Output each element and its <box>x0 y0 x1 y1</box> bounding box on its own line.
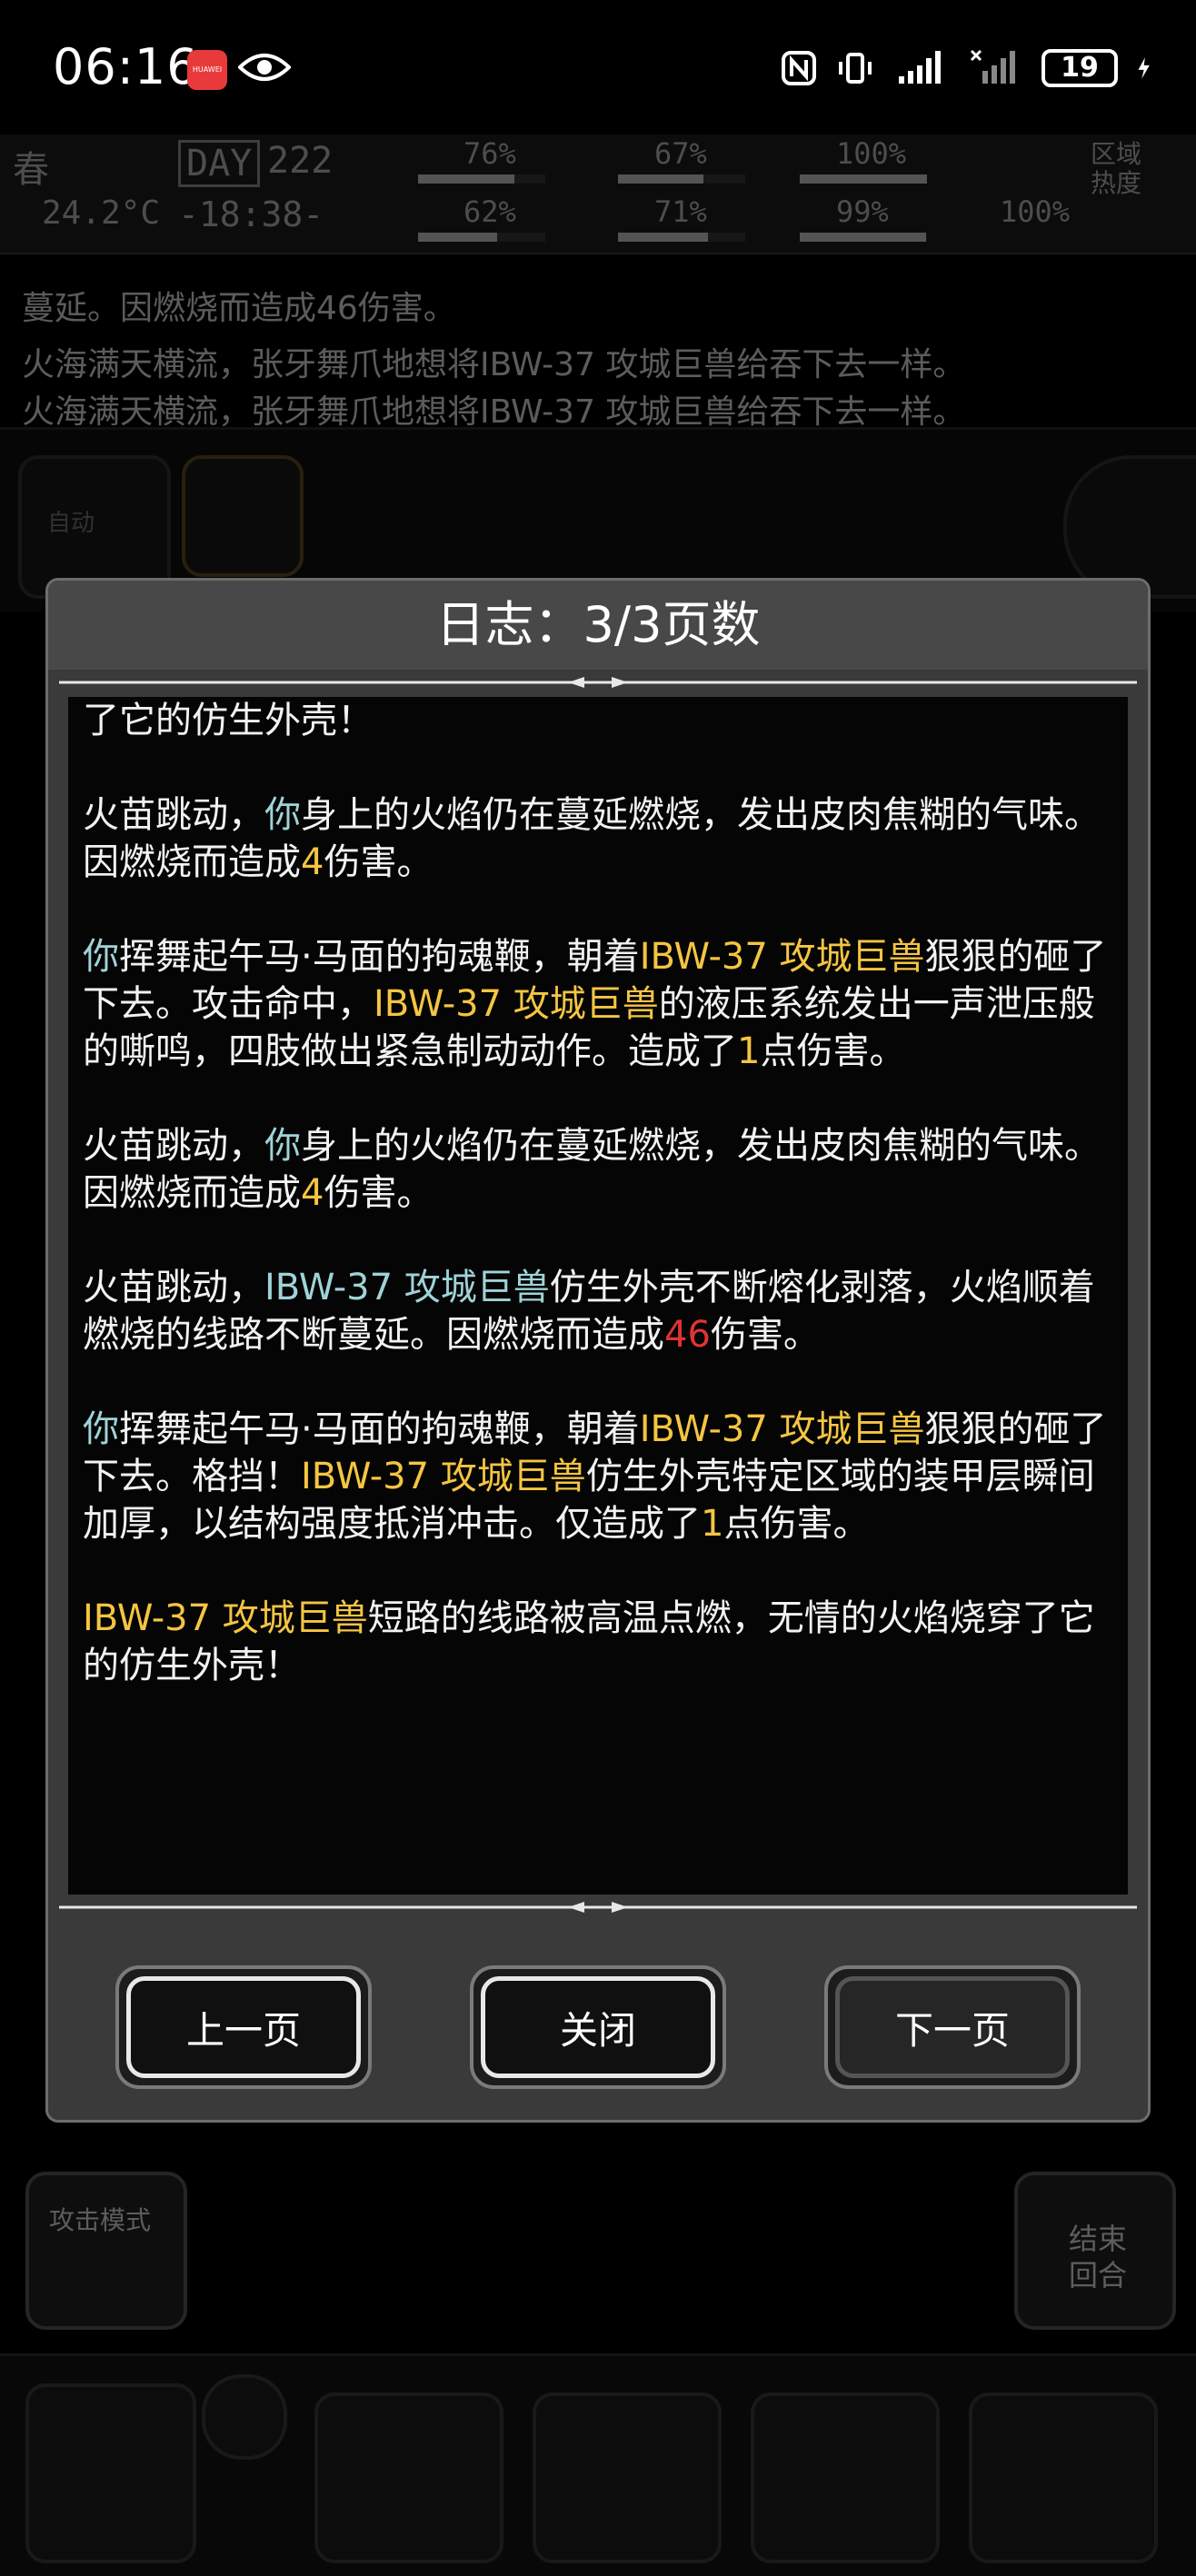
log-text-segment: 1 <box>701 1503 724 1545</box>
status-time: 06:16 <box>53 38 199 95</box>
signal-icon <box>899 51 941 84</box>
log-text-segment: IBW-37 攻城巨兽 <box>83 1597 368 1639</box>
log-entry: 火苗跳动，IBW-37 攻城巨兽仿生外壳不断熔化剥落，火焰顺着燃烧的线路不断蔓延… <box>83 1264 1113 1358</box>
log-text-segment: 火苗跳动， <box>83 1267 264 1308</box>
background-log-line: 蔓延。因燃烧而造成46伤害。 <box>22 290 456 327</box>
stat-value: 99% <box>836 194 889 229</box>
skill-slot <box>202 2374 287 2460</box>
log-text-segment: IBW-37 攻城巨兽 <box>264 1267 550 1308</box>
stat-bar <box>418 233 545 242</box>
bottom-nav-background <box>0 2353 1196 2576</box>
next-page-button[interactable]: 下一页 <box>824 1965 1081 2089</box>
log-dialog: 日志：3/3页数 了它的仿生外壳！ 火苗跳动，你身上的火焰仍在蔓延燃烧，发出皮肉焦… <box>45 578 1151 2123</box>
log-text-segment: 你 <box>83 936 119 978</box>
background-log-line: 火海满天横流，张牙舞爪地想将IBW-37 攻城巨兽给吞下去一样。 <box>22 346 966 383</box>
attack-mode-button: 攻击模式 <box>25 2172 187 2330</box>
app-notification-icon: HUAWEI <box>187 50 227 90</box>
log-text-segment: IBW-37 攻城巨兽 <box>301 1456 586 1497</box>
close-label: 关闭 <box>481 1976 715 2078</box>
game-hud: 春 DAY 222 24.2°C -18:38- 76% 67% 100% 62… <box>0 134 1196 254</box>
stat-value: 100% <box>1000 194 1071 229</box>
eye-icon <box>238 54 291 81</box>
stat-bar <box>418 174 545 184</box>
log-entry: 你挥舞起午马·马面的拘魂鞭，朝着IBW-37 攻城巨兽狠狠的砸了下去。攻击命中，… <box>83 933 1113 1075</box>
next-page-label: 下一页 <box>835 1976 1070 2078</box>
journal-nav-button <box>751 2392 940 2563</box>
menu-nav-button <box>969 2392 1158 2563</box>
divider-top <box>59 677 1137 688</box>
stat-bar <box>618 233 745 242</box>
attack-mode-label: 攻击模式 <box>49 2205 152 2235</box>
log-text-segment: IBW-37 攻城巨兽 <box>639 936 925 978</box>
log-text-segment: 挥舞起午马·马面的拘魂鞭，朝着 <box>119 936 640 978</box>
stat-value: 100% <box>836 136 907 171</box>
stat-bar <box>800 174 927 184</box>
charging-icon <box>1138 57 1150 79</box>
log-text-segment: 4 <box>301 1172 324 1214</box>
log-text-segment: IBW-37 攻城巨兽 <box>374 983 659 1025</box>
game-clock: -18:38- <box>178 194 324 234</box>
log-text-segment: 1 <box>737 1030 761 1072</box>
log-entry: 火苗跳动，你身上的火焰仍在蔓延燃烧，发出皮肉焦糊的气味。因燃烧而造成4伤害。 <box>83 1122 1113 1217</box>
log-text-segment: 火苗跳动， <box>83 794 264 836</box>
log-text-segment: 4 <box>301 841 324 883</box>
mind-nav-button <box>533 2392 722 2563</box>
stat-value: 71% <box>654 194 707 229</box>
log-text-segment: 46 <box>664 1314 711 1356</box>
end-turn-label: 结束回合 <box>1069 2222 1128 2293</box>
day-count: 222 <box>267 140 334 182</box>
prev-page-button[interactable]: 上一页 <box>115 1965 372 2089</box>
stat-value: 76% <box>463 136 516 171</box>
log-text-segment: 火苗跳动， <box>83 1125 264 1167</box>
background-log: 蔓延。因燃烧而造成46伤害。 火海满天横流，张牙舞爪地想将IBW-37 攻城巨兽… <box>0 254 1196 431</box>
log-entry: 了它的仿生外壳！ <box>83 697 1113 744</box>
zone-heat-label: 区域热度 <box>1091 139 1142 198</box>
log-text-segment: 点伤害。 <box>723 1503 870 1545</box>
log-text-segment: 你 <box>264 794 301 836</box>
background-log-line: 火海满天横流，张牙舞爪地想将IBW-37 攻城巨兽给吞下去一样。 <box>22 393 966 431</box>
log-text-segment: IBW-37 攻城巨兽 <box>639 1408 925 1450</box>
log-entry: IBW-37 攻城巨兽短路的线路被高温点燃，无情的火焰烧穿了它的仿生外壳！ <box>83 1595 1113 1689</box>
log-text-segment: 你 <box>83 1408 119 1450</box>
auto-label: 自动 <box>47 510 95 537</box>
stat-value: 67% <box>654 136 707 171</box>
log-entry: 火苗跳动，你身上的火焰仍在蔓延燃烧，发出皮肉焦糊的气味。因燃烧而造成4伤害。 <box>83 791 1113 886</box>
stat-bar <box>800 233 927 242</box>
temperature: 24.2°C <box>42 194 161 232</box>
season-label: 春 <box>13 149 49 191</box>
signal-no-service-icon <box>970 49 1015 84</box>
end-turn-button: 结束回合 <box>1014 2172 1176 2330</box>
log-text-segment: 点伤害。 <box>760 1030 906 1072</box>
log-text-segment: 挥舞起午马·马面的拘魂鞭，朝着 <box>119 1408 640 1450</box>
log-entry: 你挥舞起午马·马面的拘魂鞭，朝着IBW-37 攻城巨兽狠狠的砸了下去。格挡！IB… <box>83 1406 1113 1547</box>
day-label: DAY <box>178 140 261 187</box>
close-button[interactable]: 关闭 <box>470 1965 726 2089</box>
weapon-slot <box>25 2383 196 2563</box>
dialog-title: 日志：3/3页数 <box>48 581 1148 670</box>
nfc-icon <box>782 51 816 85</box>
log-text-segment: 伤害。 <box>710 1314 820 1356</box>
status-bar: 06:16 HUAWEI 19 <box>0 0 1196 136</box>
log-text-segment: 你 <box>264 1125 301 1167</box>
log-text-segment: 了它的仿生外壳！ <box>83 700 374 741</box>
log-text-segment: 伤害。 <box>324 841 434 883</box>
divider-bottom <box>59 1902 1137 1913</box>
log-text-segment: 伤害。 <box>324 1172 434 1214</box>
portrait-slot <box>182 455 304 577</box>
prev-page-label: 上一页 <box>126 1976 361 2078</box>
stat-bar <box>618 174 745 184</box>
stat-value: 62% <box>463 194 516 229</box>
inventory-nav-button <box>314 2392 503 2563</box>
status-icons: 19 <box>780 44 1160 93</box>
log-content[interactable]: 了它的仿生外壳！ 火苗跳动，你身上的火焰仍在蔓延燃烧，发出皮肉焦糊的气味。因燃烧而… <box>68 697 1128 1895</box>
vibrate-icon <box>839 53 872 84</box>
battery-icon: 19 <box>1042 49 1118 87</box>
